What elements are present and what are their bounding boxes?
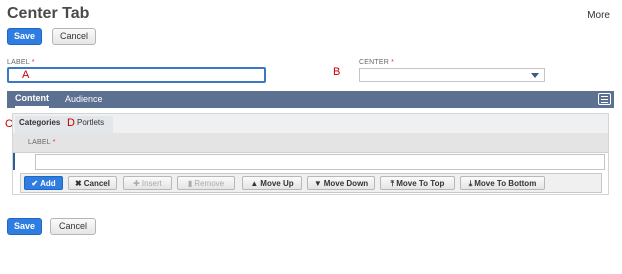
tab-audience[interactable]: Audience bbox=[65, 91, 103, 108]
arrow-top-icon: ⤒ bbox=[390, 179, 395, 188]
categories-panel: Categories D Portlets LABEL * ✔ Add ✖ Canc… bbox=[12, 113, 609, 195]
cancel-button-bottom[interactable]: Cancel bbox=[50, 218, 96, 235]
grid-label-input[interactable] bbox=[35, 154, 605, 170]
move-up-button[interactable]: ▲ Move Up bbox=[242, 176, 302, 190]
page-title: Center Tab bbox=[7, 5, 90, 22]
save-button-top[interactable]: Save bbox=[7, 28, 42, 45]
annotation-a: A bbox=[22, 69, 30, 81]
center-select[interactable] bbox=[359, 68, 545, 82]
remove-button[interactable]: ▮ Remove bbox=[177, 176, 235, 190]
label-field-caption: LABEL * bbox=[7, 59, 35, 66]
annotation-d: D bbox=[67, 117, 75, 129]
check-icon: ✔ bbox=[31, 179, 39, 188]
row-selector[interactable] bbox=[13, 153, 18, 170]
plus-icon: ✚ bbox=[133, 179, 140, 188]
arrow-up-icon: ▲ bbox=[250, 179, 259, 188]
add-button[interactable]: ✔ Add bbox=[24, 176, 63, 190]
main-tab-bar: Content Audience bbox=[7, 91, 614, 108]
grid-header: LABEL * bbox=[13, 133, 608, 153]
subtab-bar: Categories D Portlets bbox=[13, 114, 608, 133]
arrow-down-icon: ▼ bbox=[313, 179, 322, 188]
annotation-b: B bbox=[333, 66, 341, 78]
move-down-button[interactable]: ▼ Move Down bbox=[307, 176, 375, 190]
label-input[interactable] bbox=[7, 67, 266, 83]
more-menu[interactable]: More bbox=[587, 10, 610, 21]
trash-icon: ▮ bbox=[187, 179, 193, 188]
chevron-down-icon bbox=[531, 73, 539, 78]
sublist-toolbar: ✔ Add ✖ Cancel ✚ Insert ▮ Remove ▲ Move Up ▼ M… bbox=[20, 173, 602, 193]
subtab-portlets[interactable]: Portlets bbox=[77, 118, 104, 127]
grid-column-label: LABEL * bbox=[28, 139, 56, 146]
cancel-line-button[interactable]: ✖ Cancel bbox=[68, 176, 117, 190]
move-to-top-button[interactable]: ⤒ Move To Top bbox=[380, 176, 455, 190]
center-field-caption: CENTER * bbox=[359, 59, 395, 66]
save-button-bottom[interactable]: Save bbox=[7, 218, 42, 235]
cancel-button-top[interactable]: Cancel bbox=[52, 28, 96, 45]
x-icon: ✖ bbox=[75, 179, 82, 188]
subtab-categories[interactable]: Categories bbox=[19, 118, 60, 127]
tab-content[interactable]: Content bbox=[15, 91, 49, 108]
menu-icon[interactable] bbox=[598, 93, 611, 105]
arrow-bottom-icon: ⤓ bbox=[468, 179, 473, 188]
insert-button[interactable]: ✚ Insert bbox=[123, 176, 172, 190]
move-to-bottom-button[interactable]: ⤓ Move To Bottom bbox=[460, 176, 545, 190]
